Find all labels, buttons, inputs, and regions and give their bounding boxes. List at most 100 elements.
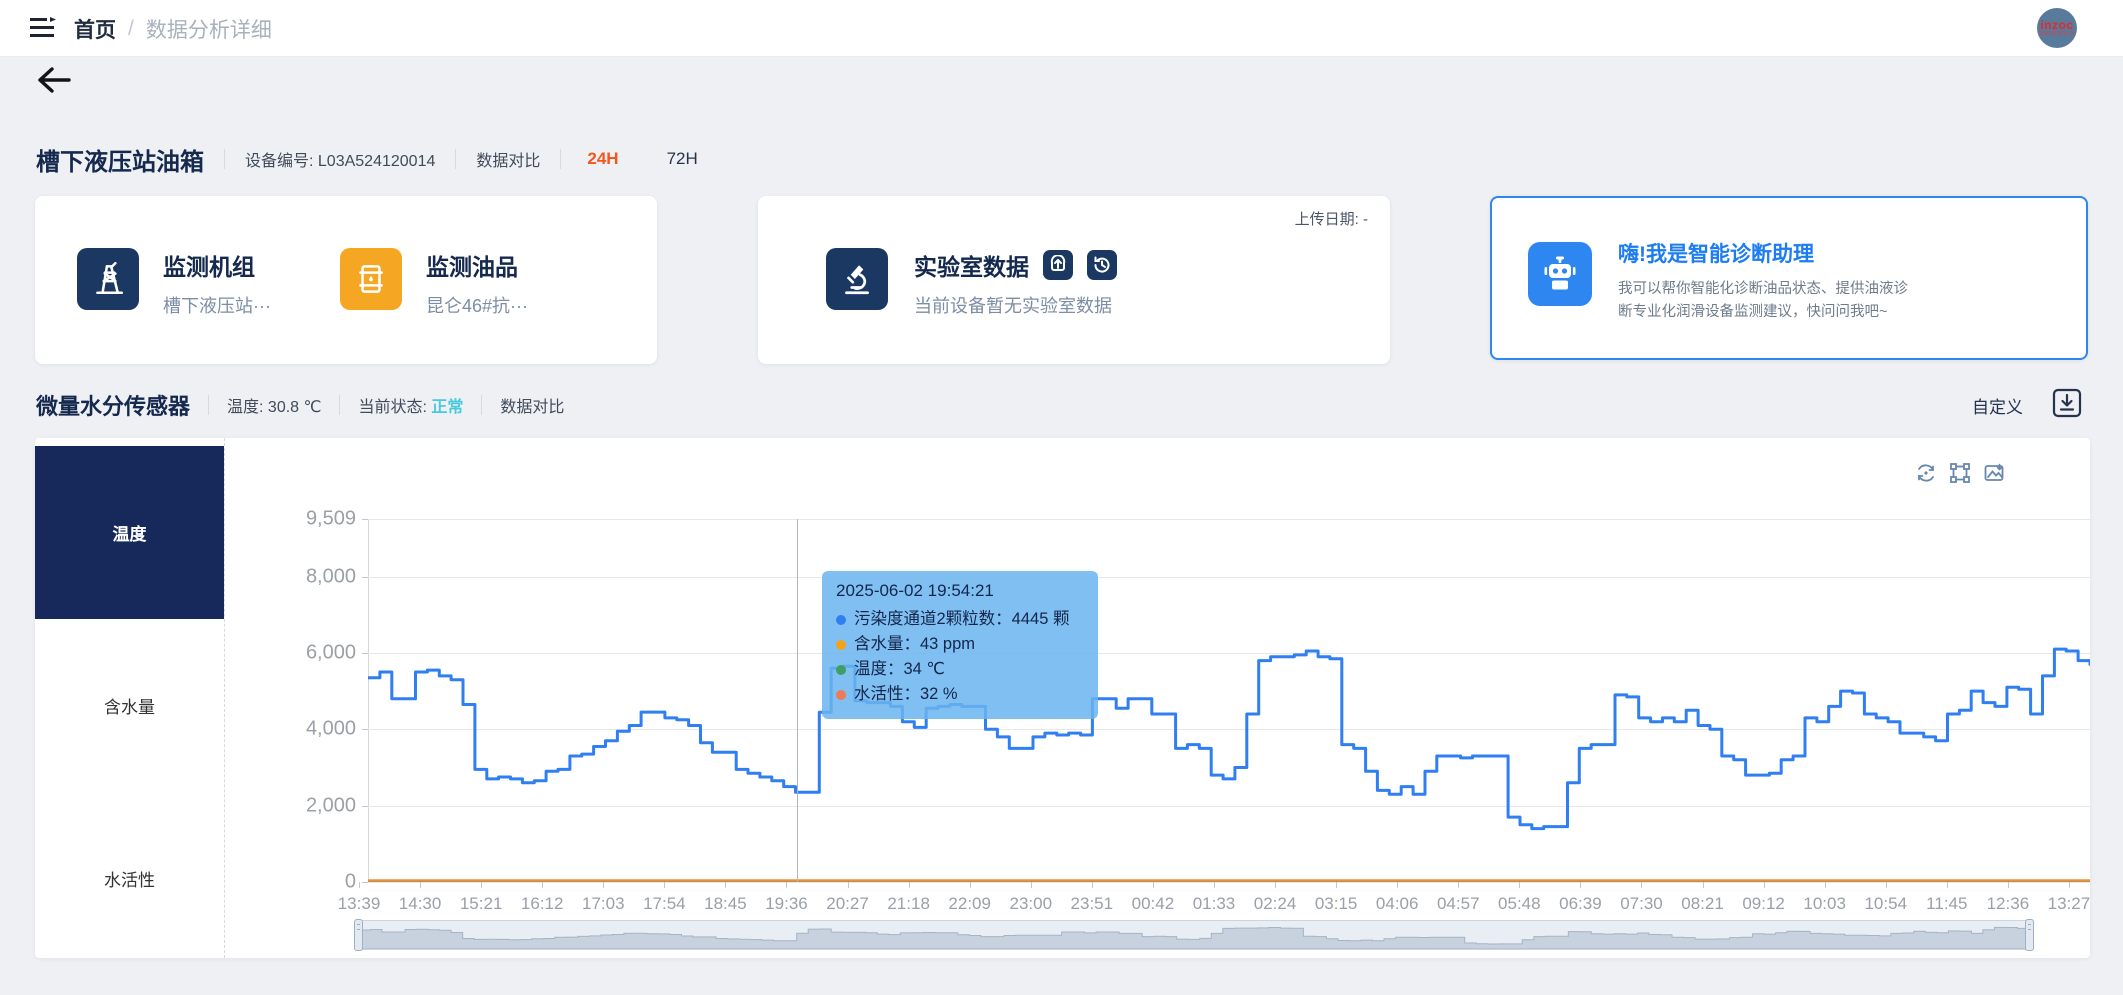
divider	[339, 395, 340, 415]
x-axis-label: 20:27	[826, 894, 869, 914]
custom-range-button[interactable]: 自定义	[1972, 393, 2023, 418]
download-icon[interactable]	[2052, 388, 2082, 418]
x-axis-label: 17:03	[582, 894, 625, 914]
oil-drum-icon	[340, 248, 402, 310]
derrick-icon	[77, 248, 139, 310]
divider	[455, 149, 456, 169]
x-axis-label: 10:54	[1864, 894, 1907, 914]
sensor-status-label: 当前状态:	[358, 399, 426, 416]
datazoom-handle-right[interactable]	[2025, 919, 2034, 951]
ai-desc-line1: 我可以帮你智能化诊断油品状态、提供油液诊	[1618, 278, 1908, 301]
line-chart[interactable]	[368, 519, 2090, 885]
chart-tab-2[interactable]: 含水量	[35, 619, 224, 792]
monitor-card: 监测机组 槽下液压站··· 监测油品 昆仑46#抗···	[35, 196, 657, 364]
upload-icon[interactable]	[1043, 250, 1073, 280]
robot-icon	[1528, 242, 1592, 306]
chart-tooltip: 2025-06-02 19:54:21 污染度通道2颗粒数：4445 颗含水量：…	[822, 571, 1098, 719]
sensor-temp: 温度: 30.8 ℃	[227, 393, 321, 417]
microscope-icon	[826, 248, 888, 310]
tooltip-timestamp: 2025-06-02 19:54:21	[836, 581, 1084, 601]
x-axis-label: 01:33	[1193, 894, 1236, 914]
upload-date-label: 上传日期:	[1295, 211, 1359, 228]
x-axis-label: 02:24	[1254, 894, 1297, 914]
x-axis-label: 09:12	[1742, 894, 1785, 914]
unit-title: 监测机组	[163, 248, 271, 282]
x-axis-label: 15:21	[460, 894, 503, 914]
datazoom-slider[interactable]	[358, 920, 2030, 950]
sensor-status: 当前状态: 正常	[358, 393, 463, 417]
tooltip-row: 水活性：32 %	[836, 682, 1084, 707]
datazoom-minimap	[359, 921, 2029, 949]
x-axis-label: 11:45	[1926, 894, 1967, 914]
x-axis-label: 14:30	[399, 894, 442, 914]
breadcrumb: 首页 / 数据分析详细	[74, 14, 272, 44]
x-axis-label: 13:27	[2048, 894, 2091, 914]
x-axis-label: 18:45	[704, 894, 747, 914]
divider	[224, 149, 225, 169]
oil-item[interactable]: 监测油品 昆仑46#抗···	[340, 248, 528, 318]
breadcrumb-home[interactable]: 首页	[74, 14, 116, 44]
range-72h-button[interactable]: 72H	[667, 149, 698, 169]
device-code: 设备编号: L03A524120014	[245, 147, 435, 171]
zoom-select-icon[interactable]	[1949, 462, 1971, 484]
ai-assistant-card[interactable]: 嗨!我是智能诊断助理 我可以帮你智能化诊断油品状态、提供油液诊 断专业化润滑设备…	[1490, 196, 2088, 360]
oil-subtitle: 昆仑46#抗···	[426, 292, 528, 318]
sensor-chart-card: 温度含水量水活性 02,0004,0006,0008,0009,509 13:3…	[35, 438, 2090, 958]
history-icon[interactable]	[1087, 250, 1117, 280]
x-axis-label: 05:48	[1498, 894, 1541, 914]
restore-icon[interactable]	[1915, 462, 1937, 484]
back-button[interactable]	[36, 64, 72, 96]
breadcrumb-current: 数据分析详细	[146, 14, 272, 44]
lab-data-card: 上传日期: - 实验室数据	[758, 196, 1390, 364]
y-axis-label: 6,000	[276, 641, 356, 664]
unit-item[interactable]: 监测机组 槽下液压站···	[77, 248, 271, 318]
datazoom-handle-left[interactable]	[354, 919, 363, 951]
avatar[interactable]: inzoc 智能润滑监测	[2037, 8, 2077, 48]
y-axis-label: 4,000	[276, 718, 356, 741]
sensor-section-header: 微量水分传感器 温度: 30.8 ℃ 当前状态: 正常 数据对比	[36, 388, 564, 422]
device-title: 槽下液压站油箱	[36, 142, 204, 177]
x-axis-label: 00:42	[1132, 894, 1175, 914]
breadcrumb-separator: /	[128, 17, 134, 41]
y-axis-label: 2,000	[276, 794, 356, 817]
y-axis-label: 9,509	[276, 508, 356, 531]
ai-title: 嗨!我是智能诊断助理	[1618, 238, 1908, 268]
save-image-icon[interactable]	[1983, 462, 2005, 484]
tooltip-row: 污染度通道2颗粒数：4445 颗	[836, 607, 1084, 632]
status-badge: 正常	[431, 399, 463, 416]
avatar-logo-text: inzoc	[2040, 19, 2073, 31]
range-24h-button[interactable]: 24H	[587, 149, 618, 169]
series-dot-icon	[836, 640, 846, 650]
lab-subtitle: 当前设备暂无实验室数据	[914, 292, 1117, 318]
ai-desc-line2: 断专业化润滑设备监测建议，快问问我吧~	[1618, 301, 1908, 324]
x-axis-label: 07:30	[1620, 894, 1663, 914]
x-axis-label: 19:36	[765, 894, 808, 914]
menu-fold-icon[interactable]	[30, 16, 56, 40]
x-axis-label: 10:03	[1803, 894, 1846, 914]
series-dot-icon	[836, 615, 846, 625]
x-axis-label: 22:09	[948, 894, 991, 914]
oil-title: 监测油品	[426, 248, 528, 282]
chart-tab-3[interactable]: 水活性	[35, 792, 224, 965]
x-axis-label: 16:12	[521, 894, 564, 914]
tooltip-row: 温度：34 ℃	[836, 657, 1084, 682]
divider	[208, 395, 209, 415]
x-axis-label: 21:18	[887, 894, 930, 914]
chart-tab-strip: 温度含水量水活性	[35, 438, 225, 958]
avatar-logo-subtext: 智能润滑监测	[2039, 31, 2075, 37]
x-axis-label: 17:54	[643, 894, 686, 914]
x-axis-label: 23:00	[1009, 894, 1052, 914]
x-axis-label: 04:57	[1437, 894, 1480, 914]
device-header-row: 槽下液压站油箱 设备编号: L03A524120014 数据对比 24H 72H	[36, 143, 698, 175]
tooltip-row: 含水量：43 ppm	[836, 632, 1084, 657]
top-header	[0, 0, 2123, 57]
sensor-compare-label[interactable]: 数据对比	[500, 393, 564, 417]
lab-title: 实验室数据	[914, 248, 1029, 282]
upload-date-value: -	[1363, 211, 1368, 228]
x-axis-label: 13:39	[338, 894, 381, 914]
series-dot-icon	[836, 665, 846, 675]
device-code-label: 设备编号:	[245, 153, 313, 170]
x-axis-label: 06:39	[1559, 894, 1602, 914]
chart-tab-1[interactable]: 温度	[35, 446, 224, 619]
x-axis-label: 04:06	[1376, 894, 1419, 914]
